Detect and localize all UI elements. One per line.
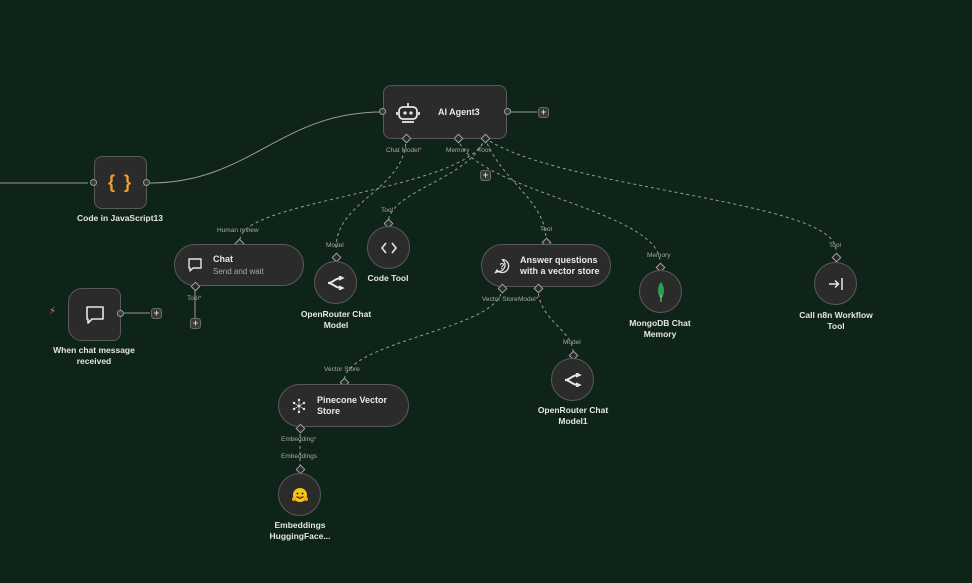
openrouter-label: OpenRouter Chat Model [300,309,372,330]
ai-agent-output-handle[interactable] [504,108,511,115]
vector-qa-title-1: Answer questions [520,254,598,265]
tool-port-label: Tool [478,147,490,154]
code-brackets-icon [380,241,397,255]
svg-text:?: ? [500,262,505,271]
wire-code-to-agent [149,111,383,184]
code-tool-port-label: Tool [381,207,393,214]
n8n-tool-port-label: Tool [829,242,841,249]
vqa-model-port-label: Model* [518,296,539,303]
wire-vqa-pinecone [343,287,503,383]
ai-agent-add-button[interactable]: + [538,107,549,118]
vector-qa-title-2: with a vector store [520,265,600,276]
code-tool-node[interactable] [367,226,410,269]
chat-trigger-node[interactable] [68,288,121,341]
chat-title: Chat [213,254,233,264]
chat-send-wait-node[interactable]: Chat Send and wait [174,244,304,286]
vector-qa-node[interactable]: ? Answer questions with a vector store [481,244,611,287]
code-js-input-handle[interactable] [90,179,97,186]
pinecone-top-port-label: Vector Store [324,366,360,373]
openrouter-icon [564,372,582,387]
hf-embeddings-label: Embeddings HuggingFace... [269,520,331,541]
chat-trigger-label: When chat message received [53,345,135,366]
ai-agent-input-handle[interactable] [379,108,386,115]
mongodb-leaf-icon [656,281,666,303]
pinecone-icon [291,398,307,414]
hf-embeddings-node[interactable] [278,473,321,516]
ai-agent-title: AI Agent3 [438,107,480,117]
chat-bubble-icon [84,304,106,326]
openrouter1-label: OpenRouter Chat Model1 [537,405,609,426]
tool-add-button[interactable]: + [480,170,491,181]
chat-trigger-output-handle[interactable] [117,310,124,317]
chat-model-port-label: Chat Model* [386,147,422,154]
ai-agent-node[interactable]: AI Agent3 [383,85,507,139]
pinecone-title-2: Store [317,405,341,416]
openrouter-icon [327,275,345,290]
chat-tool-add-button[interactable]: + [190,318,201,329]
memory-port-label: Memory [446,147,470,154]
trigger-bolt-icon: ⚡ [49,306,57,317]
model-port-label: Model [326,242,344,249]
vqa-tool-port-label: Tool [540,226,552,233]
vector-store-port-label: Vector Store [482,296,518,303]
code-tool-label: Code Tool [367,273,409,283]
mongodb-node[interactable] [639,270,682,313]
workflow-arrow-icon [828,276,844,292]
workflow-canvas[interactable]: AI Agent3 + Chat Model* Memory Tool + { … [0,0,972,583]
n8n-workflow-label: Call n8n Workflow Tool [799,310,873,331]
embedding-port-label: Embedding* [281,436,317,443]
n8n-workflow-node[interactable] [814,262,857,305]
chat-subtitle: Send and wait [213,267,264,276]
wire-tool-vqa [484,137,547,241]
embeddings-top-port-label: Embeddings [281,453,318,460]
human-review-port-label: Human review [217,227,259,234]
question-icon: ? [494,258,510,274]
code-js-node[interactable]: { } [94,156,147,209]
code-js-output-handle[interactable] [143,179,150,186]
wire-tool-n8n [484,137,837,251]
chat-trigger-add-button[interactable]: + [151,308,162,319]
pinecone-node[interactable]: Pinecone Vector Store [278,384,409,427]
openrouter1-node[interactable] [551,358,594,401]
code-js-label: Code in JavaScript13 [77,213,163,223]
mongodb-label: MongoDB Chat Memory [629,318,691,339]
huggingface-icon [291,486,309,504]
code-braces-icon: { } [107,172,133,192]
openrouter1-port-label: Model [563,339,581,346]
robot-icon [396,101,420,123]
chat-tool-port-label: Tool* [187,295,202,302]
chat-bubble-icon [187,257,203,273]
mongo-memory-port-label: Memory [647,252,671,259]
pinecone-title-1: Pinecone Vector [317,394,388,405]
